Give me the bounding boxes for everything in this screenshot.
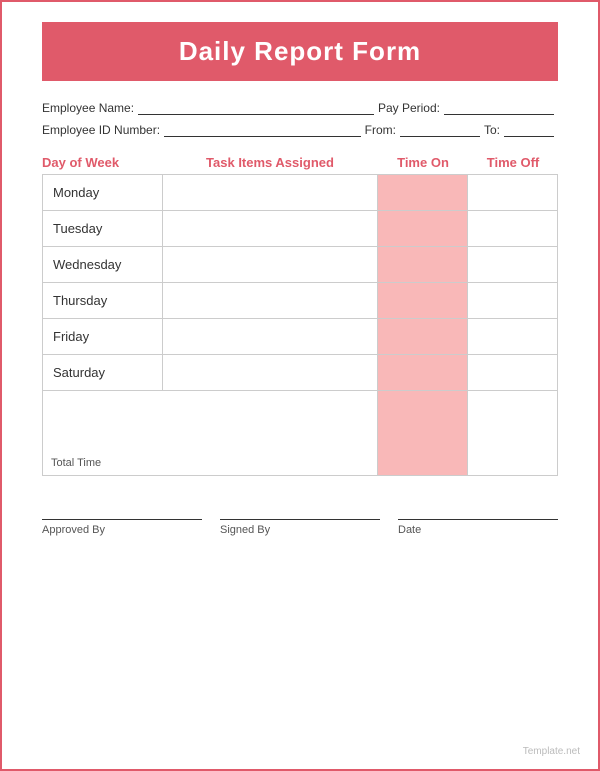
timeoff-cell[interactable] xyxy=(468,247,558,283)
day-cell: Tuesday xyxy=(43,211,163,247)
pay-period-label: Pay Period: xyxy=(378,101,440,115)
header-banner: Daily Report Form xyxy=(42,22,558,81)
day-cell: Wednesday xyxy=(43,247,163,283)
timeoff-cell[interactable] xyxy=(468,283,558,319)
watermark: Template.net xyxy=(523,746,580,757)
from-label: From: xyxy=(365,123,396,137)
signed-by-line[interactable] xyxy=(220,506,380,520)
table-row: Thursday xyxy=(43,283,558,319)
total-row: Total Time xyxy=(43,391,558,476)
table-row: Wednesday xyxy=(43,247,558,283)
pay-period-line[interactable] xyxy=(444,101,554,115)
timeon-cell[interactable] xyxy=(378,175,468,211)
to-line[interactable] xyxy=(504,123,554,137)
day-table: MondayTuesdayWednesdayThursdayFridaySatu… xyxy=(42,174,558,476)
col-timeon-header: Time On xyxy=(378,155,468,170)
col-day-header: Day of Week xyxy=(42,155,162,170)
page: Daily Report Form Employee Name: Pay Per… xyxy=(0,0,600,771)
timeon-cell[interactable] xyxy=(378,355,468,391)
timeoff-cell[interactable] xyxy=(468,319,558,355)
task-cell[interactable] xyxy=(163,355,378,391)
task-cell[interactable] xyxy=(163,283,378,319)
total-timeoff-cell[interactable] xyxy=(468,391,558,476)
approved-by-label: Approved By xyxy=(42,524,105,536)
total-timeon-cell[interactable] xyxy=(378,391,468,476)
signed-by-item: Signed By xyxy=(220,506,380,536)
table-row: Tuesday xyxy=(43,211,558,247)
table-row: Friday xyxy=(43,319,558,355)
task-cell[interactable] xyxy=(163,175,378,211)
col-timeoff-header: Time Off xyxy=(468,155,558,170)
table-row: Saturday xyxy=(43,355,558,391)
day-cell: Friday xyxy=(43,319,163,355)
timeoff-cell[interactable] xyxy=(468,211,558,247)
approved-by-item: Approved By xyxy=(42,506,202,536)
day-cell: Thursday xyxy=(43,283,163,319)
date-item: Date xyxy=(398,506,558,536)
employee-name-line[interactable] xyxy=(138,101,374,115)
fields-section: Employee Name: Pay Period: Employee ID N… xyxy=(32,101,568,137)
signed-by-label: Signed By xyxy=(220,524,270,536)
col-task-header: Task Items Assigned xyxy=(162,155,378,170)
employee-name-label: Employee Name: xyxy=(42,101,134,115)
employee-id-label: Employee ID Number: xyxy=(42,123,160,137)
timeoff-cell[interactable] xyxy=(468,175,558,211)
timeoff-cell[interactable] xyxy=(468,355,558,391)
table-row: Monday xyxy=(43,175,558,211)
approved-by-line[interactable] xyxy=(42,506,202,520)
table-section: Day of Week Task Items Assigned Time On … xyxy=(32,155,568,476)
day-cell: Saturday xyxy=(43,355,163,391)
timeon-cell[interactable] xyxy=(378,247,468,283)
timeon-cell[interactable] xyxy=(378,283,468,319)
timeon-cell[interactable] xyxy=(378,319,468,355)
day-cell: Monday xyxy=(43,175,163,211)
table-header-row: Day of Week Task Items Assigned Time On … xyxy=(42,155,558,170)
footer-section: Approved By Signed By Date xyxy=(32,506,568,536)
date-label: Date xyxy=(398,524,421,536)
date-line[interactable] xyxy=(398,506,558,520)
total-label: Total Time xyxy=(43,391,378,476)
task-cell[interactable] xyxy=(163,319,378,355)
employee-name-row: Employee Name: Pay Period: xyxy=(42,101,558,115)
from-line[interactable] xyxy=(400,123,480,137)
timeon-cell[interactable] xyxy=(378,211,468,247)
employee-id-row: Employee ID Number: From: To: xyxy=(42,123,558,137)
task-cell[interactable] xyxy=(163,247,378,283)
page-title: Daily Report Form xyxy=(52,36,548,67)
to-label: To: xyxy=(484,123,500,137)
task-cell[interactable] xyxy=(163,211,378,247)
employee-id-line[interactable] xyxy=(164,123,361,137)
